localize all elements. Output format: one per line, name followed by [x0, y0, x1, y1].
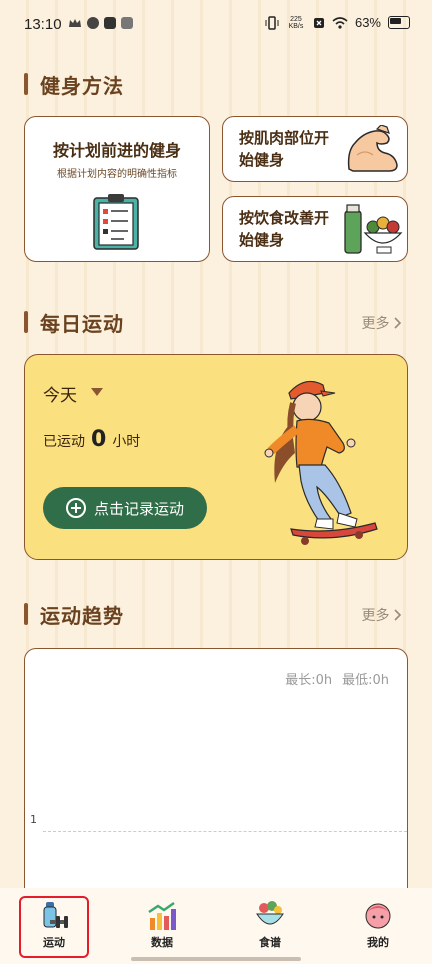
home-indicator[interactable] [131, 957, 301, 961]
system-status: 225 KB/s 63% [265, 15, 410, 30]
selected-tab-highlight [19, 896, 89, 958]
caret-down-icon[interactable] [91, 388, 103, 396]
clipboard-icon [93, 194, 139, 250]
tab-recipes[interactable]: 食谱 [230, 894, 310, 958]
day-selector-label[interactable]: 今天 [43, 381, 77, 406]
chevron-right-icon [394, 317, 402, 329]
avatar-icon [365, 903, 391, 929]
section-accent-bar [24, 603, 28, 625]
tab-label: 数据 [151, 936, 173, 949]
play-app-icon [104, 17, 116, 29]
section-accent-bar [24, 73, 28, 95]
fitness-methods-header: 健身方法 [24, 70, 408, 98]
section-title: 运动趋势 [40, 604, 124, 628]
crown-icon [69, 19, 81, 27]
trend-max: 最长:0h [285, 673, 333, 688]
daily-more-link[interactable]: 更多 [362, 313, 402, 333]
app-icon [121, 17, 133, 29]
more-label: 更多 [361, 608, 394, 624]
trend-axis-value: 1 [30, 813, 37, 826]
trend-min: 最低:0h [342, 673, 389, 688]
flexed-bicep-icon [347, 125, 398, 172]
skateboarder-illustration [264, 380, 378, 545]
section-title: 每日运动 [40, 312, 124, 336]
plan-card-title: 按计划前进的健身 [52, 141, 181, 160]
daily-exercise-header: 每日运动 更多 [24, 308, 408, 336]
bar-chart-icon [148, 901, 176, 930]
chevron-right-icon [394, 609, 402, 621]
plan-fitness-card[interactable]: 按计划前进的健身 根据计划内容的明确性指标 [24, 116, 210, 262]
trend-stats: 最长:0h 最低:0h [285, 669, 389, 688]
record-button-label: 点击记录运动 [93, 499, 184, 518]
diet-card-label: 按饮食改善开始健身 [239, 209, 330, 249]
section-title: 健身方法 [40, 74, 124, 98]
status-time: 13:10 [24, 16, 62, 33]
battery-percent: 63% [354, 15, 381, 30]
trend-header: 运动趋势 更多 [24, 600, 408, 628]
smoothie-bowl-icon [344, 204, 403, 254]
vibrate-icon [265, 15, 279, 30]
trend-more-link[interactable]: 更多 [362, 605, 402, 625]
sim-icon [313, 17, 324, 28]
plan-card-subtitle: 根据计划内容的明确性指标 [57, 169, 177, 180]
tab-label: 我的 [367, 936, 389, 949]
more-label: 更多 [361, 316, 394, 332]
trend-chart-card: 最长:0h 最低:0h 1 [24, 648, 408, 908]
section-accent-bar [24, 311, 28, 333]
record-exercise-button[interactable]: 点击记录运动 [43, 487, 207, 529]
tab-data[interactable]: 数据 [122, 894, 202, 958]
check-badge-icon [87, 17, 99, 29]
battery-icon [388, 16, 410, 29]
daily-exercise-card: 今天 已运动 0 小时 点击记录运动 [24, 354, 408, 560]
diet-fitness-card[interactable]: 按饮食改善开始健身 [222, 196, 408, 262]
exercised-unit: 小时 [112, 434, 141, 450]
net-speed: 225 KB/s [288, 15, 304, 30]
wifi-icon [332, 16, 348, 29]
exercised-value: 0 [91, 427, 107, 452]
plus-circle-icon [65, 498, 86, 518]
notification-icons [68, 17, 133, 29]
exercised-prefix: 已运动 [43, 434, 85, 450]
muscle-card-label: 按肌肉部位开始健身 [239, 129, 330, 169]
exercise-duration: 已运动 0 小时 [43, 427, 140, 452]
muscle-fitness-card[interactable]: 按肌肉部位开始健身 [222, 116, 408, 182]
tab-profile[interactable]: 我的 [338, 894, 418, 958]
status-bar: 13:10 225 KB/s 63% [0, 0, 432, 50]
salad-bowl-icon [256, 901, 284, 925]
tab-label: 食谱 [259, 936, 281, 949]
trend-gridline [43, 831, 407, 832]
